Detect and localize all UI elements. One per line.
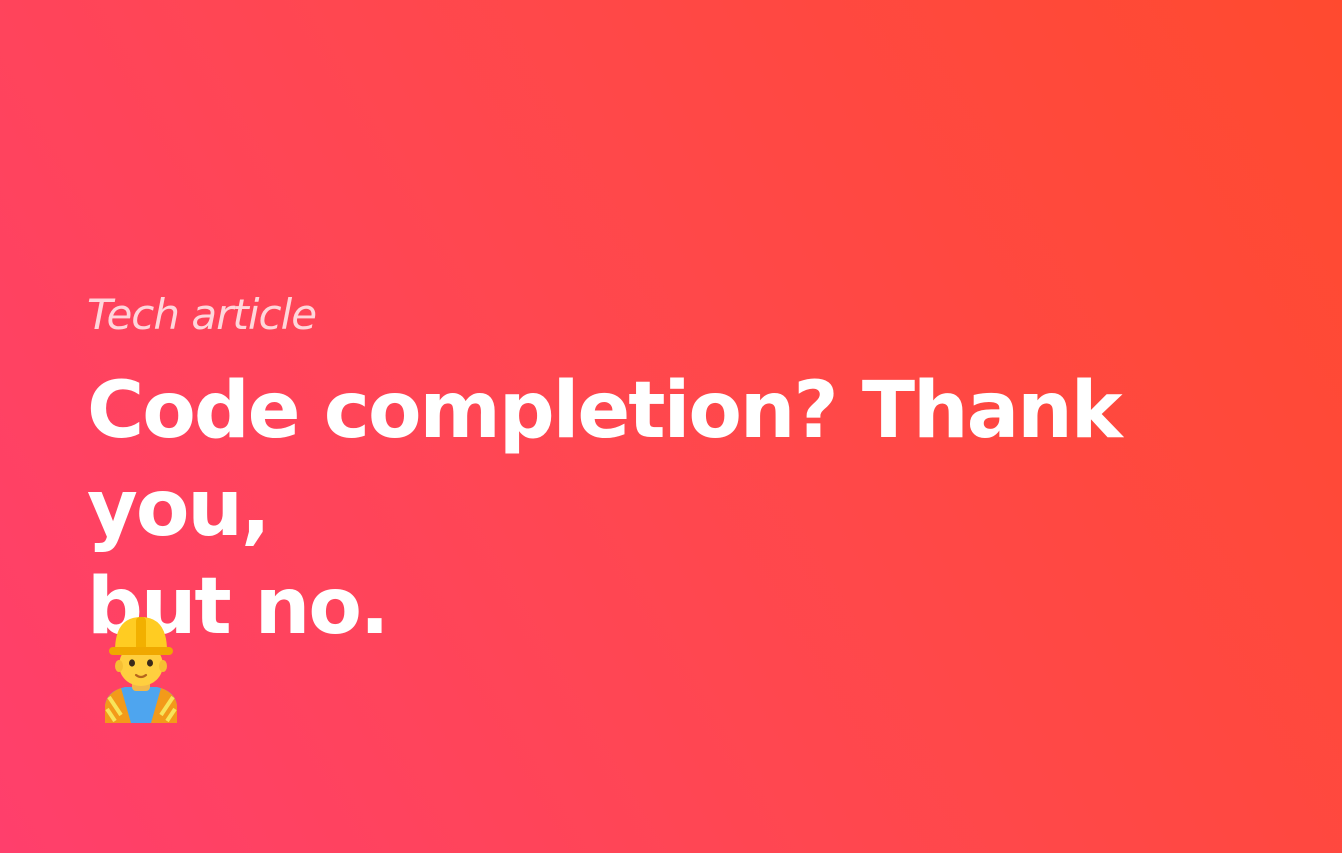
article-title-line-1: Code completion? Thank you, — [87, 366, 1123, 554]
construction-worker-icon — [105, 617, 177, 723]
article-category: Tech article — [87, 290, 317, 339]
article-title: Code completion? Thank you, but no. — [87, 362, 1307, 656]
article-card: Tech article Code completion? Thank you,… — [87, 286, 1307, 656]
